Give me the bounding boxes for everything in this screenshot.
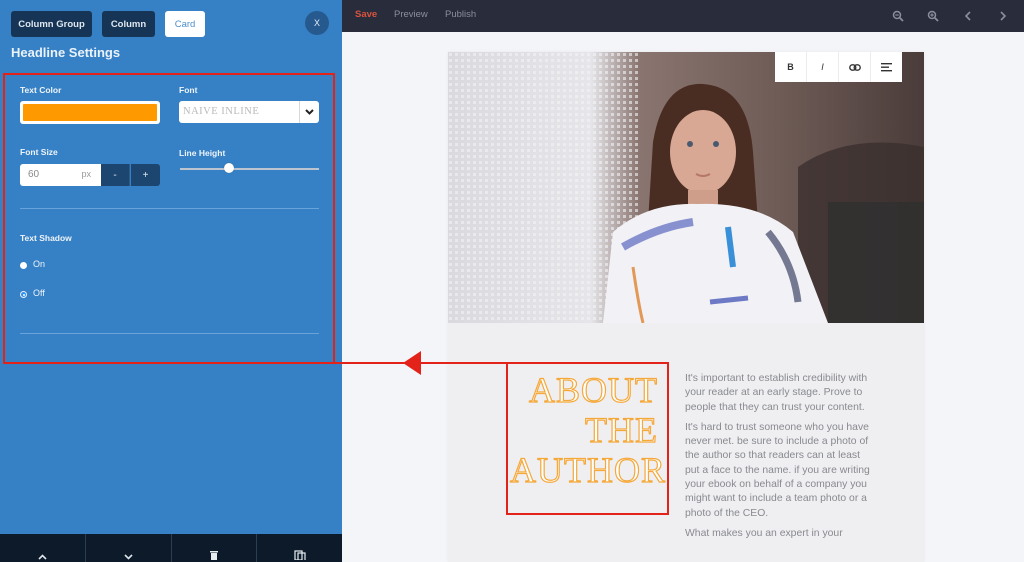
headline-line: THE [584, 409, 658, 450]
save-button[interactable]: Save [355, 9, 377, 20]
section-divider [20, 333, 319, 334]
headline-line: ABOUT [528, 369, 658, 410]
headline-text[interactable]: ABOUT THE AUTHOR [509, 369, 666, 490]
line-height-slider[interactable] [180, 163, 319, 175]
chevron-left-icon[interactable] [960, 8, 976, 24]
text-format-toolbar: B I [775, 52, 902, 82]
font-size-value: 60 [28, 169, 40, 180]
move-up-button[interactable] [0, 534, 86, 562]
font-select-value: NAIVE INLINE [183, 106, 260, 117]
zoom-out-icon[interactable] [890, 8, 906, 24]
link-button[interactable] [839, 52, 871, 82]
duplicate-button[interactable] [257, 534, 342, 562]
text-shadow-on-label: On [33, 259, 46, 269]
chevron-up-icon [38, 554, 47, 560]
chevron-down-icon[interactable] [299, 101, 319, 123]
italic-button[interactable]: I [807, 52, 839, 82]
zoom-in-icon[interactable] [925, 8, 941, 24]
body-paragraph: It's hard to trust someone who you have … [685, 421, 870, 519]
text-shadow-off-radio[interactable] [20, 291, 27, 298]
body-paragraph: What makes you an expert in your [685, 527, 843, 539]
tab-column[interactable]: Column [102, 11, 155, 37]
text-color-label: Text Color [20, 85, 62, 95]
annotation-arrow-line [335, 362, 507, 364]
text-shadow-label: Text Shadow [20, 233, 72, 243]
preview-button[interactable]: Preview [394, 9, 428, 20]
font-size-unit: px [81, 169, 91, 179]
tab-card[interactable]: Card [165, 11, 205, 37]
body-text[interactable]: It's important to establish credibility … [685, 372, 870, 547]
tab-column-group[interactable]: Column Group [11, 11, 92, 37]
align-left-icon [881, 62, 892, 71]
font-size-input[interactable]: 60 px [20, 164, 101, 186]
top-toolbar: Save Preview Publish [342, 0, 1024, 32]
line-height-label: Line Height [179, 148, 226, 158]
section-divider [20, 208, 319, 209]
annotation-arrow-head [403, 351, 421, 375]
link-icon [848, 63, 861, 71]
publish-button[interactable]: Publish [445, 9, 476, 20]
trash-icon [209, 551, 218, 560]
color-swatch-fill [23, 104, 157, 121]
text-color-picker[interactable] [20, 101, 160, 124]
text-shadow-on-radio[interactable] [20, 262, 27, 269]
align-button[interactable] [871, 52, 902, 82]
bottom-action-bar [0, 534, 342, 562]
font-label: Font [179, 85, 198, 95]
slider-thumb[interactable] [223, 163, 234, 173]
headline-line: AUTHOR [509, 449, 666, 490]
chevron-right-icon[interactable] [995, 8, 1011, 24]
slider-track [180, 168, 319, 170]
text-shadow-off-label: Off [33, 288, 45, 298]
font-size-decrement-button[interactable]: - [101, 164, 130, 186]
duplicate-icon [294, 550, 306, 560]
font-size-increment-button[interactable]: + [131, 164, 160, 186]
delete-button[interactable] [172, 534, 258, 562]
move-down-button[interactable] [86, 534, 172, 562]
settings-sidebar: Column Group Column Card X Headline Sett… [0, 0, 342, 562]
close-button[interactable]: X [305, 11, 329, 35]
body-paragraph: It's important to establish credibility … [685, 373, 868, 413]
bold-button[interactable]: B [775, 52, 807, 82]
font-size-label: Font Size [20, 147, 58, 157]
author-photo[interactable] [448, 52, 924, 323]
chevron-down-icon [124, 554, 133, 560]
font-select[interactable]: NAIVE INLINE [179, 101, 319, 123]
panel-title: Headline Settings [11, 45, 121, 60]
